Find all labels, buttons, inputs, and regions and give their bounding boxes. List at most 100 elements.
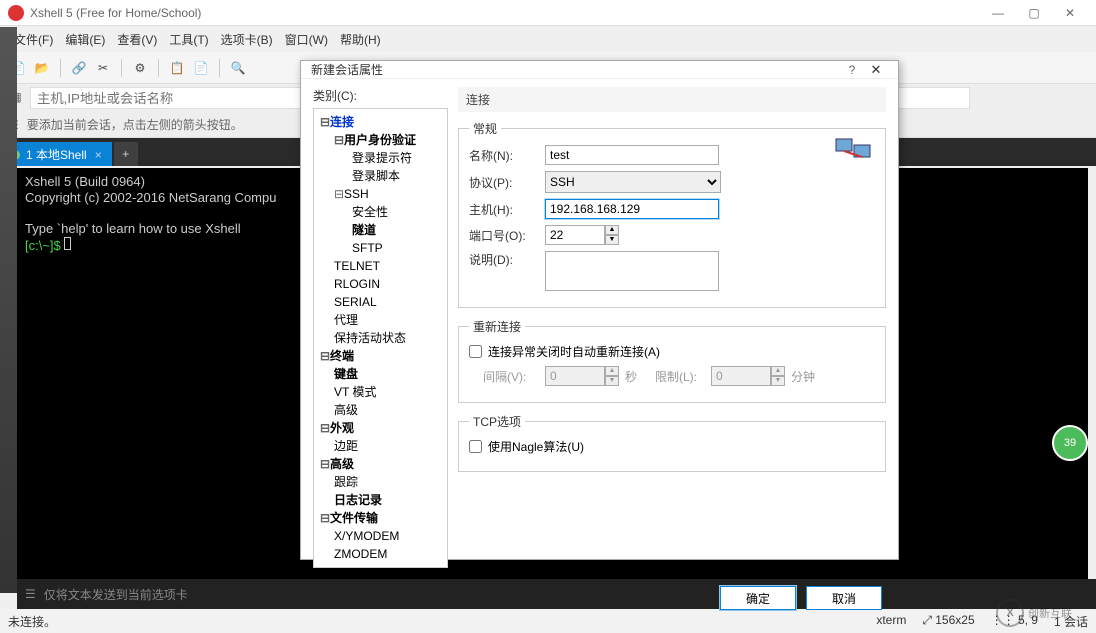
tree-file-transfer[interactable]: ⊟文件传输 [316,509,445,527]
protocol-label: 协议(P): [469,174,539,191]
dialog-close-button[interactable]: ✕ [864,62,888,78]
size-icon: ⤢ [922,613,935,627]
reconnect-legend: 重新连接 [469,318,525,335]
tree-xymodem[interactable]: X/YMODEM [316,527,445,545]
minimize-button[interactable]: — [980,1,1016,25]
tree-connection[interactable]: ⊟连接 [316,113,445,131]
name-input[interactable] [545,145,719,165]
status-connection: 未连接。 [8,613,56,630]
protocol-select[interactable]: SSH [545,171,721,193]
close-button[interactable]: ✕ [1052,1,1088,25]
menubar: 文件(F) 编辑(E) 查看(V) 工具(T) 选项卡(B) 窗口(W) 帮助(… [0,26,1096,52]
general-fieldset: 常规 名称(N): 协议(P): SSH 主机(H): 端口号(O): [458,120,886,308]
menu-tabs[interactable]: 选项卡(B) [221,31,273,48]
tree-advanced[interactable]: ⊟高级 [316,455,445,473]
terminal-line: Xshell 5 (Build 0964) [25,174,145,189]
menu-edit[interactable]: 编辑(E) [65,31,105,48]
tree-keepalive[interactable]: 保持活动状态 [316,329,445,347]
tree-login-prompt[interactable]: 登录提示符 [316,149,445,167]
tab-close-icon[interactable]: × [95,148,102,162]
tree-terminal[interactable]: ⊟终端 [316,347,445,365]
copy-icon[interactable]: 📋 [167,58,187,78]
port-input[interactable] [545,225,605,245]
search-icon[interactable]: 🔍 [228,58,248,78]
sidestrip [0,27,17,593]
tcp-fieldset: TCP选项 使用Nagle算法(U) [458,413,886,472]
desc-label: 说明(D): [469,251,539,268]
tree-telnet[interactable]: TELNET [316,257,445,275]
tree-ssh[interactable]: ⊟SSH [316,185,445,203]
separator [219,59,220,77]
disconnect-icon[interactable]: ✂ [93,58,113,78]
terminal-line: Type `help' to learn how to use Xshell [25,221,241,236]
tree-proxy[interactable]: 代理 [316,311,445,329]
nagle-checkbox[interactable] [469,440,482,453]
titlebar: Xshell 5 (Free for Home/School) — ▢ ✕ [0,0,1096,26]
port-spinner[interactable]: ▲▼ [545,225,619,245]
properties-icon[interactable]: ⚙ [130,58,150,78]
interval-input [545,366,605,386]
ok-button[interactable]: 确定 [720,586,796,610]
nagle-label: 使用Nagle算法(U) [488,438,584,455]
menu-view[interactable]: 查看(V) [117,31,157,48]
tree-login-script[interactable]: 登录脚本 [316,167,445,185]
tree-serial[interactable]: SERIAL [316,293,445,311]
watermark-text: 创新互联 [1028,605,1072,621]
tree-logging[interactable]: 日志记录 [316,491,445,509]
host-label: 主机(H): [469,201,539,218]
spin-up-icon[interactable]: ▲ [605,225,619,235]
tree-zmodem[interactable]: ZMODEM [316,545,445,563]
spin-down-icon[interactable]: ▼ [605,235,619,245]
paste-icon[interactable]: 📄 [191,58,211,78]
tree-tunnel[interactable]: 隧道 [316,221,445,239]
menu-window[interactable]: 窗口(W) [285,31,328,48]
panel-title: 连接 [458,87,886,112]
interval-label: 间隔(V): [483,368,539,385]
desc-textarea[interactable] [545,251,719,291]
interval-spinner: ▲▼ [545,366,619,386]
menu-tools[interactable]: 工具(T) [169,31,208,48]
tree-sftp[interactable]: SFTP [316,239,445,257]
hint-text: 要添加当前会话，点击左侧的箭头按钮。 [27,116,243,133]
separator [158,59,159,77]
limit-unit: 分钟 [791,368,815,385]
reconnect-fieldset: 重新连接 连接异常关闭时自动重新连接(A) 间隔(V): ▲▼ 秒 限制(L): [458,318,886,403]
tree-advanced-term[interactable]: 高级 [316,401,445,419]
auto-reconnect-checkbox[interactable] [469,345,482,358]
tree-auth[interactable]: ⊟用户身份验证 [316,131,445,149]
tree-keyboard[interactable]: 键盘 [316,365,445,383]
devices-icon [834,135,874,167]
name-label: 名称(N): [469,147,539,164]
tab-add-button[interactable]: + [114,142,138,166]
tree-margin[interactable]: 边距 [316,437,445,455]
cursor-icon [64,237,71,250]
interval-unit: 秒 [625,368,637,385]
dialog-titlebar: 新建会话属性 ? ✕ [301,61,898,79]
tree-vtmode[interactable]: VT 模式 [316,383,445,401]
overlay-badge[interactable]: 39 [1052,425,1088,461]
reconnect-icon[interactable]: 🔗 [69,58,89,78]
category-tree[interactable]: ⊟连接 ⊟用户身份验证 登录提示符 登录脚本 ⊟SSH 安全性 隧道 SFTP … [313,108,448,568]
dialog-left: 类别(C): ⊟连接 ⊟用户身份验证 登录提示符 登录脚本 ⊟SSH 安全性 隧… [313,87,448,568]
maximize-button[interactable]: ▢ [1016,1,1052,25]
limit-label: 限制(L): [655,368,705,385]
tcp-legend: TCP选项 [469,413,525,430]
menu-help[interactable]: 帮助(H) [340,31,381,48]
window-title: Xshell 5 (Free for Home/School) [30,6,980,20]
window-controls: — ▢ ✕ [980,1,1088,25]
cancel-button[interactable]: 取消 [806,586,882,610]
general-legend: 常规 [469,120,501,137]
open-icon[interactable]: 📂 [32,58,52,78]
compose-icon: ☰ [25,587,36,601]
compose-placeholder[interactable]: 仅将文本发送到当前选项卡 [44,586,188,603]
tab-label: 1 本地Shell [26,146,87,163]
menu-file[interactable]: 文件(F) [14,31,53,48]
dialog-help-button[interactable]: ? [840,63,864,77]
limit-spinner: ▲▼ [711,366,785,386]
tree-security[interactable]: 安全性 [316,203,445,221]
tree-appearance[interactable]: ⊟外观 [316,419,445,437]
tree-trace[interactable]: 跟踪 [316,473,445,491]
host-input[interactable] [545,199,719,219]
status-size: ⤢ 156x25 [922,613,974,630]
tree-rlogin[interactable]: RLOGIN [316,275,445,293]
